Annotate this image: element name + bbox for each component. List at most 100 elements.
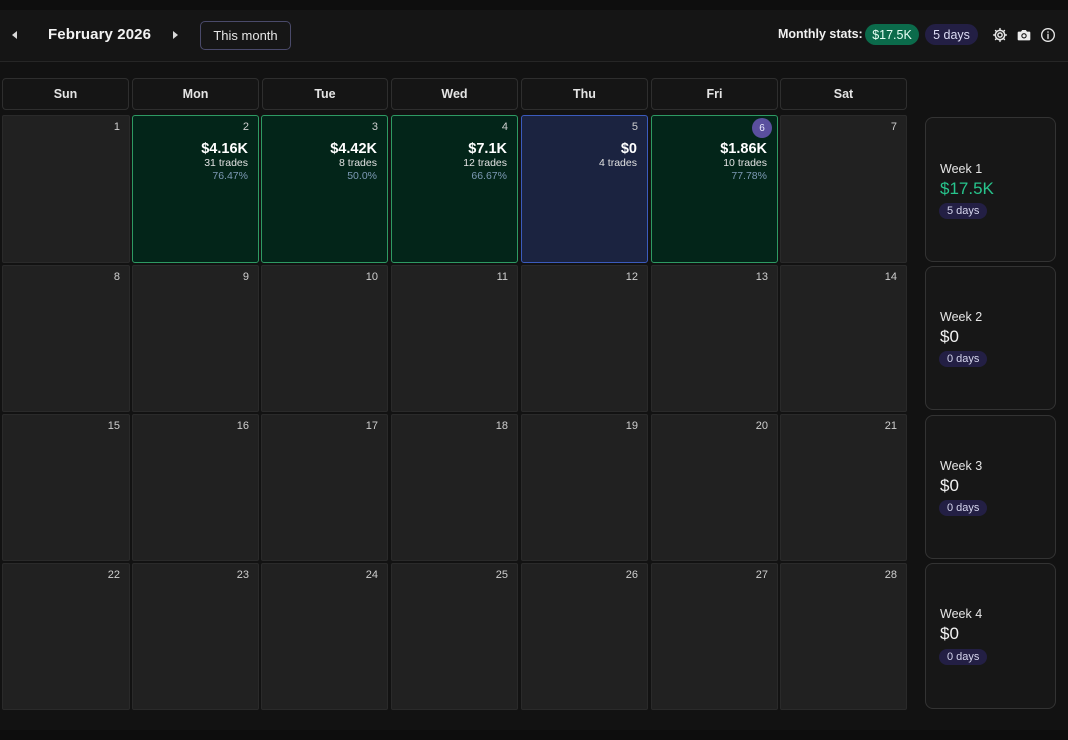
day-pnl: $1.86K (720, 141, 767, 157)
day-number: 1 (113, 121, 120, 133)
monthly-days-badge: 5 days (925, 24, 978, 45)
gear-icon[interactable] (992, 27, 1008, 43)
day-cell[interactable]: 24 (261, 563, 388, 710)
day-cell[interactable]: 25 (391, 563, 518, 710)
day-cell[interactable]: 1 (2, 115, 130, 263)
day-cell[interactable]: 14 (780, 265, 907, 412)
day-trade-count: 10 trades (723, 157, 767, 169)
day-number: 12 (625, 271, 638, 283)
day-pnl: $4.16K (201, 141, 248, 157)
day-number: 20 (755, 420, 768, 432)
day-number: 28 (884, 569, 897, 581)
day-cell[interactable]: 10 (261, 265, 388, 412)
week-summary-card[interactable]: Week 1 $17.5K 5 days (925, 117, 1056, 262)
day-cell[interactable]: 18 (391, 414, 518, 561)
info-icon[interactable] (1040, 27, 1056, 43)
day-cell-profit-today[interactable]: 6 $1.86K 10 trades 77.78% (651, 115, 778, 263)
day-trade-count: 31 trades (204, 157, 248, 169)
day-number: 15 (107, 420, 120, 432)
day-number: 7 (890, 121, 897, 133)
day-number: 11 (496, 271, 508, 283)
day-number: 8 (113, 271, 120, 283)
weekday-header-wed: Wed (391, 78, 518, 110)
weekday-header-sat: Sat (780, 78, 907, 110)
next-month-button[interactable] (166, 26, 184, 44)
day-number: 10 (365, 271, 378, 283)
day-pnl: $4.42K (330, 141, 377, 157)
day-cell[interactable]: 22 (2, 563, 130, 710)
day-cell[interactable]: 27 (651, 563, 778, 710)
top-strip (0, 0, 1068, 10)
day-pnl: $0 (620, 141, 637, 157)
day-number: 13 (755, 271, 768, 283)
day-cell[interactable]: 12 (521, 265, 648, 412)
day-number: 23 (236, 569, 249, 581)
calendar-header: February 2026 This month Monthly stats: … (0, 10, 1068, 62)
day-cell[interactable]: 16 (132, 414, 259, 561)
day-win-rate: 66.67% (471, 170, 507, 182)
weekday-header-thu: Thu (521, 78, 648, 110)
day-cell[interactable]: 23 (132, 563, 259, 710)
monthly-stats-label: Monthly stats: (778, 27, 863, 41)
day-cell[interactable]: 26 (521, 563, 648, 710)
day-trade-count: 12 trades (463, 157, 507, 169)
day-number: 24 (365, 569, 378, 581)
day-win-rate: 50.0% (347, 170, 377, 182)
prev-month-button[interactable] (5, 26, 23, 44)
day-cell-profit[interactable]: 3 $4.42K 8 trades 50.0% (261, 115, 388, 263)
today-marker: 6 (752, 118, 772, 138)
week-pnl: $0 (940, 624, 959, 643)
day-cell[interactable]: 7 (780, 115, 907, 263)
day-trade-count: 4 trades (599, 157, 637, 169)
camera-icon[interactable] (1016, 27, 1032, 43)
day-cell[interactable]: 21 (780, 414, 907, 561)
week-days-badge: 0 days (939, 500, 988, 516)
day-cell[interactable]: 13 (651, 265, 778, 412)
bottom-strip (0, 730, 1068, 740)
day-number: 21 (884, 420, 897, 432)
week-pnl: $0 (940, 476, 959, 495)
day-cell-profit[interactable]: 4 $7.1K 12 trades 66.67% (391, 115, 518, 263)
week-summary-card[interactable]: Week 4 $0 0 days (925, 563, 1056, 709)
caret-right-icon (172, 31, 178, 39)
this-month-button[interactable]: This month (200, 21, 291, 50)
week-label: Week 1 (940, 162, 983, 176)
day-cell[interactable]: 11 (391, 265, 518, 412)
day-cell-profit[interactable]: 2 $4.16K 31 trades 76.47% (132, 115, 259, 263)
day-number: 5 (631, 121, 638, 133)
week-summary-card[interactable]: Week 3 $0 0 days (925, 415, 1056, 559)
day-number: 26 (625, 569, 638, 581)
day-number: 25 (495, 569, 508, 581)
day-cell[interactable]: 19 (521, 414, 648, 561)
day-number: 3 (371, 121, 378, 133)
day-number: 16 (236, 420, 249, 432)
day-number: 18 (495, 420, 508, 432)
week-pnl: $17.5K (940, 179, 994, 198)
monthly-pnl-badge: $17.5K (865, 24, 919, 45)
day-cell[interactable]: 17 (261, 414, 388, 561)
day-number: 9 (242, 271, 249, 283)
day-cell[interactable]: 20 (651, 414, 778, 561)
week-label: Week 3 (940, 459, 983, 473)
day-cell[interactable]: 15 (2, 414, 130, 561)
day-number: 17 (365, 420, 378, 432)
day-trade-count: 8 trades (339, 157, 377, 169)
week-days-badge: 0 days (939, 351, 988, 367)
caret-left-icon (11, 31, 17, 39)
week-summary-card[interactable]: Week 2 $0 0 days (925, 266, 1056, 410)
day-number: 2 (242, 121, 249, 133)
weekday-header-mon: Mon (132, 78, 259, 110)
weekday-header-fri: Fri (651, 78, 778, 110)
day-cell[interactable]: 9 (132, 265, 259, 412)
month-title: February 2026 (48, 26, 152, 43)
day-win-rate: 76.47% (212, 170, 248, 182)
week-label: Week 2 (940, 310, 983, 324)
day-number: 4 (501, 121, 508, 133)
day-cell[interactable]: 28 (780, 563, 907, 710)
week-days-badge: 5 days (939, 203, 988, 219)
day-number: 14 (884, 271, 897, 283)
day-cell-breakeven[interactable]: 5 $0 4 trades (521, 115, 648, 263)
day-number: 19 (625, 420, 638, 432)
day-cell[interactable]: 8 (2, 265, 130, 412)
week-days-badge: 0 days (939, 649, 988, 665)
